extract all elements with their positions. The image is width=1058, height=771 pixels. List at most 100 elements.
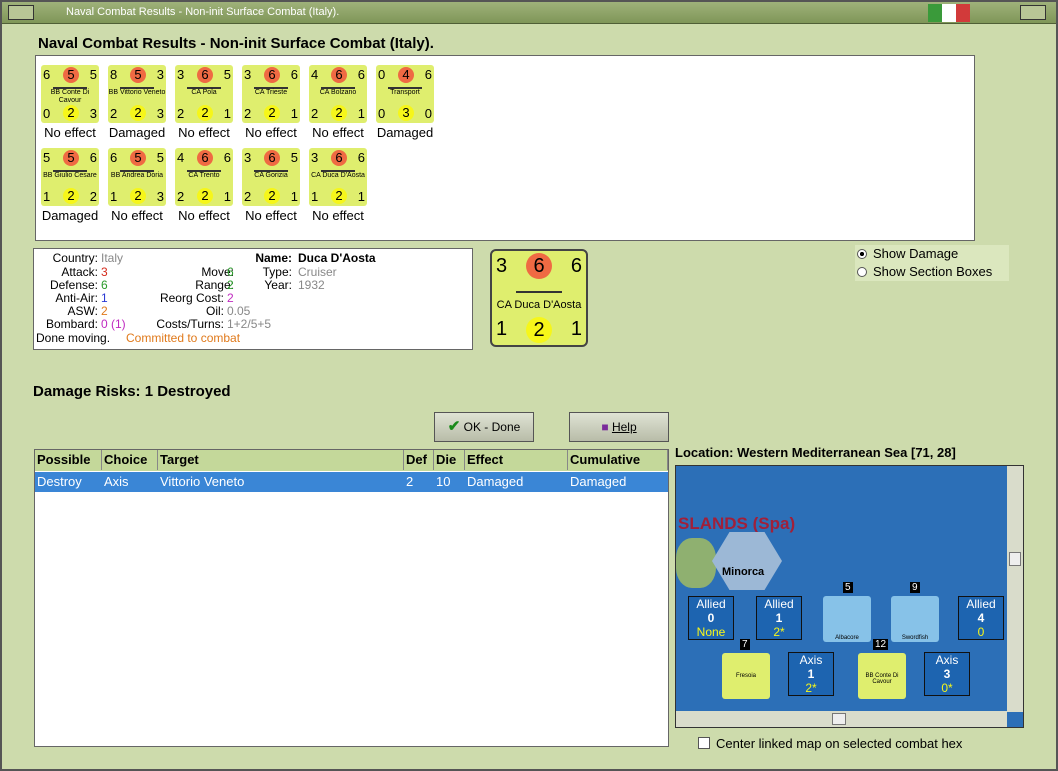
- minorca-hex[interactable]: [712, 532, 782, 590]
- box-num: 0: [707, 611, 715, 625]
- col-cumulative[interactable]: Cumulative: [568, 450, 668, 470]
- unit-counter[interactable]: 8 5 3 BB Vittorio Veneto 2 2 3: [108, 65, 166, 123]
- swordfish-counter[interactable]: Swordfish: [891, 596, 939, 642]
- location-label: Location: Western Mediterranean Sea [71,…: [675, 445, 956, 460]
- counter-name: BB Conte Di Cavour: [50, 89, 90, 104]
- linked-map[interactable]: SLANDS (Spa) Minorca Allied 0 None Allied 1…: [675, 465, 1024, 728]
- unit-counter[interactable]: 4 6 6 CA Trento 2 2 1: [175, 148, 233, 206]
- counter-asw: 0: [424, 106, 432, 121]
- counter-range: 3: [398, 105, 414, 121]
- counter-name: CA Pola: [191, 89, 217, 96]
- show-damage-label: Show Damage: [873, 246, 959, 261]
- big-counter-defense: 6: [526, 253, 552, 279]
- counter-name: CA Gorizia: [254, 172, 288, 179]
- type-value: Cruiser: [298, 265, 337, 279]
- help-button[interactable]: ■ Help: [569, 412, 669, 442]
- col-target[interactable]: Target: [158, 450, 404, 470]
- island-icon: [676, 538, 716, 588]
- counter-antiair: 2: [244, 189, 252, 204]
- show-damage-radio[interactable]: Show Damage: [857, 246, 1007, 261]
- allied-box-2[interactable]: Allied 1 2*: [756, 596, 802, 640]
- year-label: Year:: [264, 278, 292, 292]
- range-value: 2: [227, 278, 234, 292]
- col-die[interactable]: Die: [434, 450, 465, 470]
- big-counter-range: 2: [526, 317, 552, 343]
- unit-counter[interactable]: 3 6 6 CA Duca D'Aosta 1 2 1: [309, 148, 367, 206]
- counter-asw: 1: [290, 189, 298, 204]
- help-label: Help: [611, 420, 637, 434]
- counter-range: 2: [331, 105, 347, 121]
- stack-count: 5: [843, 582, 853, 593]
- counter-defense: 6: [264, 150, 280, 166]
- cell-effect: Damaged: [467, 474, 524, 489]
- allied-box-3[interactable]: Allied 4 0: [958, 596, 1004, 640]
- type-label: Type:: [262, 265, 292, 279]
- box-sub: 2*: [805, 681, 817, 695]
- col-possible[interactable]: Possible: [35, 450, 102, 470]
- checkbox-icon: [698, 737, 710, 749]
- counter-attack: 4: [177, 150, 185, 165]
- system-menu-button[interactable]: [8, 5, 34, 20]
- counter-range: 2: [130, 105, 146, 121]
- axis-box-2[interactable]: Axis 3 0*: [924, 652, 970, 696]
- close-button[interactable]: [1020, 5, 1046, 20]
- counter-defense: 5: [63, 150, 79, 166]
- counter-attack: 6: [43, 67, 51, 82]
- map-vertical-scrollbar[interactable]: [1007, 466, 1023, 712]
- box-side: Allied: [966, 597, 996, 611]
- cell-cumulative: Damaged: [570, 474, 627, 489]
- cell-target: Vittorio Veneto: [160, 474, 245, 489]
- show-section-boxes-radio[interactable]: Show Section Boxes: [857, 264, 1007, 279]
- stack-count: 12: [873, 639, 889, 650]
- counter-attack: 5: [43, 150, 51, 165]
- fresoia-counter[interactable]: Fresoia: [722, 653, 770, 699]
- counter-range: 2: [130, 188, 146, 204]
- col-effect[interactable]: Effect: [465, 450, 568, 470]
- bombard-value: 0 (1): [101, 317, 126, 331]
- box-sub: 2*: [773, 625, 785, 639]
- box-num: 4: [977, 611, 985, 625]
- counter-defense: 6: [331, 67, 347, 83]
- axis-box-1[interactable]: Axis 1 2*: [788, 652, 834, 696]
- unit-counter[interactable]: 6 5 5 BB Conte Di Cavour 0 2 3: [41, 65, 99, 123]
- albacore-counter[interactable]: Albacore: [823, 596, 871, 642]
- cavour-counter[interactable]: BB Conte Di Cavour: [858, 653, 906, 699]
- counter-antiair: 1: [311, 189, 319, 204]
- range-label: Range:: [195, 278, 234, 292]
- title-bar: Naval Combat Results - Non-init Surface …: [2, 2, 1056, 24]
- combat-choice-table: Possible Choice Target Def Die Effect Cu…: [34, 449, 669, 747]
- unit-name: BB Conte Di Cavour: [865, 673, 899, 685]
- counter-name: Transport: [390, 89, 420, 96]
- unit-counter[interactable]: 3 6 5 CA Gorizia 2 2 1: [242, 148, 300, 206]
- center-map-checkbox[interactable]: Center linked map on selected combat hex: [698, 736, 962, 751]
- allied-box-1[interactable]: Allied 0 None: [688, 596, 734, 640]
- unit-counter[interactable]: 0 4 6 Transport 0 3 0: [376, 65, 434, 123]
- oil-label: Oil:: [206, 304, 224, 318]
- counter-asw: 2: [89, 189, 97, 204]
- page-title: Naval Combat Results - Non-init Surface …: [38, 35, 434, 52]
- unit-counter[interactable]: 3 6 5 CA Pola 2 2 1: [175, 65, 233, 123]
- book-icon: ■: [601, 420, 609, 434]
- radio-unselected-icon: [857, 267, 867, 277]
- map-horizontal-scrollbar[interactable]: [676, 711, 1007, 727]
- horizontal-scroll-thumb[interactable]: [832, 713, 846, 725]
- name-label: Name:: [255, 251, 292, 265]
- unit-counter[interactable]: 3 6 6 CA Trieste 2 2 1: [242, 65, 300, 123]
- unit-counter[interactable]: 6 5 5 BB Andrea Doria 1 2 3: [108, 148, 166, 206]
- table-row[interactable]: Destroy Axis Vittorio Veneto 2 10 Damage…: [35, 472, 668, 492]
- center-map-label: Center linked map on selected combat hex: [716, 736, 963, 751]
- counter-move: 6: [290, 67, 298, 82]
- defense-label: Defense:: [49, 278, 98, 292]
- bombard-label: Bombard:: [45, 317, 98, 331]
- show-sections-label: Show Section Boxes: [873, 264, 993, 279]
- ok-done-button[interactable]: ✔ OK - Done: [434, 412, 534, 442]
- counter-defense: 4: [398, 67, 414, 83]
- counter-asw: 1: [290, 106, 298, 121]
- col-def[interactable]: Def: [404, 450, 434, 470]
- unit-counter[interactable]: 5 5 6 BB Giulio Cesare 1 2 2: [41, 148, 99, 206]
- move-label: Move:: [201, 265, 234, 279]
- col-choice[interactable]: Choice: [102, 450, 158, 470]
- cell-def: 2: [406, 474, 414, 489]
- unit-counter[interactable]: 4 6 6 CA Bolzano 2 2 1: [309, 65, 367, 123]
- vertical-scroll-thumb[interactable]: [1009, 552, 1021, 566]
